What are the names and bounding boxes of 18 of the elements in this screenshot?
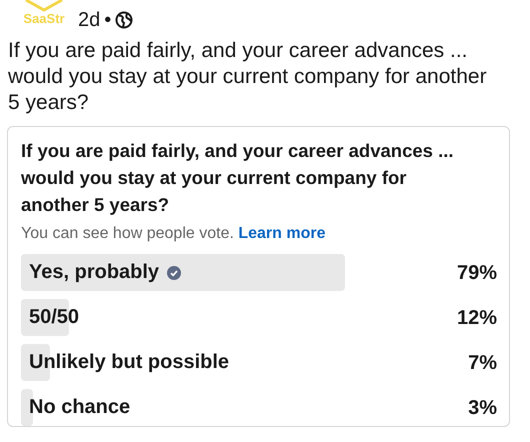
learn-more-link[interactable]: Learn more <box>238 225 326 242</box>
option-percent: 79% <box>456 260 497 286</box>
separator-dot: • <box>104 10 112 30</box>
option-label: Yes, probably <box>29 260 160 285</box>
option-percent: 12% <box>456 306 497 330</box>
post-text: If you are paid fairly, and your career advances ... would you stay at your current company for another 5 years? <box>7 38 488 116</box>
poll-note: You can see how people vote. Learn more <box>21 224 326 244</box>
check-icon <box>167 266 182 280</box>
logo-icon <box>24 0 64 12</box>
option-percent: 3% <box>467 396 497 420</box>
poll-question: If you are paid fairly, and your career advances ... would you stay at your current company for another 5 years? <box>21 139 455 217</box>
logo-text: SaaStr <box>23 12 65 25</box>
globe-icon <box>115 11 134 29</box>
option-label: Unlikely but possible <box>29 350 230 375</box>
option-percent: 7% <box>467 350 497 376</box>
option-label: No chance <box>29 395 130 420</box>
option-label: 50/50 <box>29 305 80 330</box>
post-age: 2d <box>78 10 100 30</box>
